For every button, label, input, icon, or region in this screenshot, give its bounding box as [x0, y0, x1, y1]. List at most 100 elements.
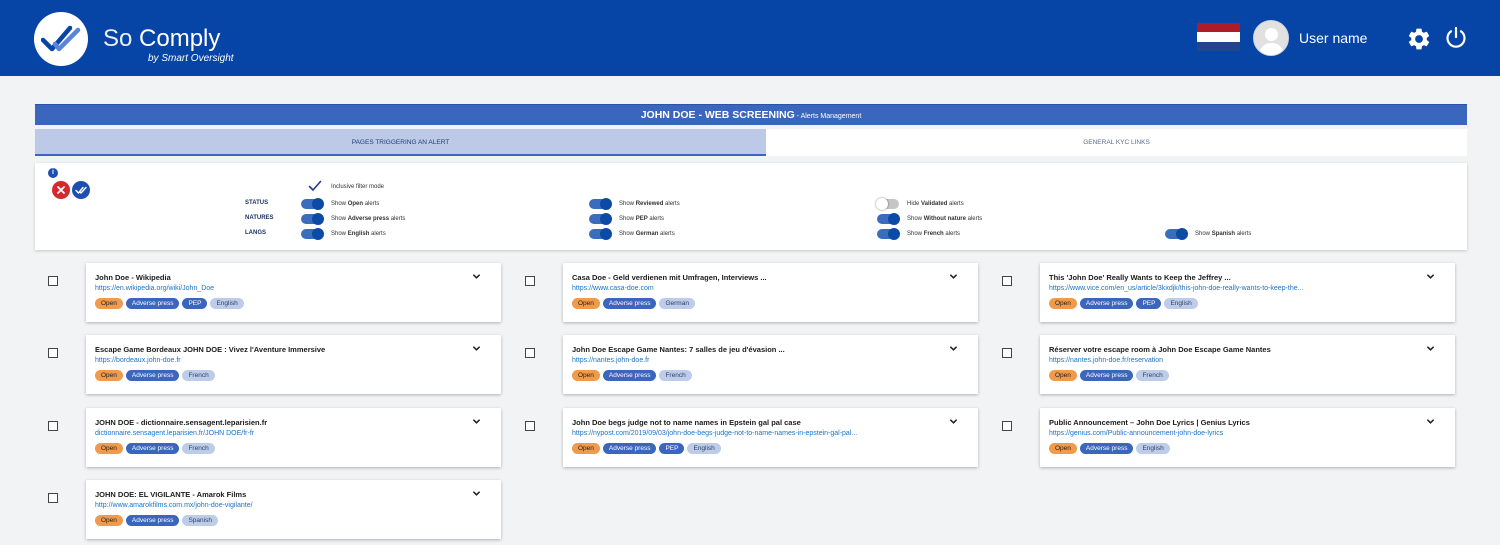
status-badge: PEP — [1136, 298, 1162, 309]
filter-label: Hide Validated alerts — [907, 201, 964, 207]
alert-card-title: This 'John Doe' Really Wants to Keep the… — [1049, 273, 1231, 282]
tab-bar: PAGES TRIGGERING AN ALERT GENERAL KYC LI… — [35, 129, 1467, 156]
alert-card[interactable]: This 'John Doe' Really Wants to Keep the… — [1040, 263, 1455, 322]
alert-card-url[interactable]: https://www.vice.com/en_us/article/3kxdj… — [1049, 285, 1303, 292]
alert-card[interactable]: John Doe Escape Game Nantes: 7 salles de… — [563, 335, 978, 394]
chevron-down-icon[interactable] — [949, 272, 958, 281]
card-checkbox[interactable] — [1002, 276, 1012, 286]
filter-toggle-french[interactable] — [877, 228, 900, 240]
chevron-down-icon[interactable] — [949, 417, 958, 426]
page-title-sub: - Alerts Management — [794, 113, 862, 120]
alert-card-url[interactable]: https://bordeaux.john-doe.fr — [95, 357, 181, 364]
status-badge: PEP — [182, 298, 208, 309]
alert-card-url[interactable]: dictionnaire.sensagent.leparisien.fr/JOH… — [95, 430, 254, 437]
chevron-down-icon[interactable] — [472, 344, 481, 353]
alert-card[interactable]: John Doe begs judge not to name names in… — [563, 408, 978, 467]
status-badge: English — [1136, 443, 1170, 454]
app-header: So Comply by Smart Oversight User name — [0, 0, 1500, 76]
filter-toggle-adverse-press[interactable] — [301, 213, 324, 225]
alert-card-url[interactable]: https://nantes.john-doe.fr/reservation — [1049, 357, 1163, 364]
avatar[interactable] — [1253, 20, 1289, 56]
brand-main: Comply — [139, 25, 221, 52]
filter-label: Show PEP alerts — [619, 216, 665, 222]
alert-card[interactable]: Réserver votre escape room à John Doe Es… — [1040, 335, 1455, 394]
filter-toggle-without-nature[interactable] — [877, 213, 900, 225]
info-icon[interactable]: i — [48, 168, 58, 178]
power-icon[interactable] — [1444, 26, 1468, 50]
alert-card-badges: Open Adverse press French — [1049, 370, 1169, 381]
flag-stripe-top — [1197, 23, 1240, 33]
status-badge: Adverse press — [125, 443, 180, 454]
card-checkbox[interactable] — [48, 493, 58, 503]
alert-card[interactable]: JOHN DOE: EL VIGILANTE - Amarok Films htt… — [86, 480, 501, 539]
filter-label: Show Without nature alerts — [907, 216, 983, 222]
status-badge: Open — [1049, 443, 1077, 454]
status-badge: Open — [572, 370, 600, 381]
filter-toggle-german[interactable] — [589, 228, 612, 240]
alert-card[interactable]: Public Announcement – John Doe Lyrics | … — [1040, 408, 1455, 467]
alert-card-url[interactable]: http://www.amarokfilms.com.mx/john-doe-v… — [95, 502, 253, 509]
page-title: JOHN DOE - WEB SCREENING - Alerts Manage… — [35, 104, 1467, 125]
inclusive-mode-check-icon[interactable] — [308, 180, 322, 192]
logo[interactable] — [34, 12, 88, 66]
natures-row-label: NATURES — [245, 215, 274, 221]
language-flag-icon[interactable] — [1197, 23, 1240, 51]
filter-label: Show Open alerts — [331, 201, 380, 207]
card-checkbox[interactable] — [48, 348, 58, 358]
alert-card[interactable]: JOHN DOE - dictionnaire.sensagent.lepari… — [86, 408, 501, 467]
alert-card-title: Casa Doe - Geld verdienen mit Umfragen, … — [572, 273, 767, 282]
alert-card-url[interactable]: https://nantes.john-doe.fr — [572, 357, 649, 364]
alert-card[interactable]: Casa Doe - Geld verdienen mit Umfragen, … — [563, 263, 978, 322]
card-checkbox[interactable] — [525, 421, 535, 431]
card-checkbox[interactable] — [525, 348, 535, 358]
card-checkbox[interactable] — [48, 421, 58, 431]
alert-card-url[interactable]: https://www.casa-doe.com — [572, 285, 654, 292]
status-badge: Open — [95, 515, 123, 526]
alert-card-title: Escape Game Bordeaux JOHN DOE : Vivez l'… — [95, 345, 326, 354]
page-title-main: JOHN DOE - WEB SCREENING — [640, 109, 795, 121]
status-badge: PEP — [659, 443, 685, 454]
card-checkbox[interactable] — [525, 276, 535, 286]
alert-card-url[interactable]: https://nypost.com/2019/09/03/john-doe-b… — [572, 430, 857, 437]
status-badge: Adverse press — [602, 298, 657, 309]
status-badge: French — [182, 370, 215, 381]
status-badge: Adverse press — [602, 370, 657, 381]
chevron-down-icon[interactable] — [1426, 272, 1435, 281]
status-badge: Open — [95, 370, 123, 381]
status-badge: Open — [1049, 298, 1077, 309]
filter-toggle-validated[interactable] — [876, 198, 899, 210]
alert-card-url[interactable]: https://genius.com/Public-announcement-j… — [1049, 430, 1223, 437]
filter-label: Show French alerts — [907, 231, 961, 237]
filter-toggle-open[interactable] — [301, 198, 324, 210]
clear-filters-button[interactable] — [52, 181, 70, 199]
user-name[interactable]: User name — [1299, 30, 1367, 46]
alert-card-url[interactable]: https://en.wikipedia.org/wiki/John_Doe — [95, 285, 214, 292]
chevron-down-icon[interactable] — [472, 272, 481, 281]
gear-icon[interactable] — [1406, 26, 1432, 52]
card-checkbox[interactable] — [48, 276, 58, 286]
double-check-logo-icon — [41, 25, 81, 52]
alert-card[interactable]: John Doe - Wikipedia https://en.wikipedia… — [86, 263, 501, 322]
card-checkbox[interactable] — [1002, 421, 1012, 431]
alert-card-badges: Open Adverse press English — [1049, 443, 1170, 454]
chevron-down-icon[interactable] — [949, 344, 958, 353]
filter-toggle-pep[interactable] — [589, 213, 612, 225]
filter-toggle-reviewed[interactable] — [589, 198, 612, 210]
filter-toggle-spanish[interactable] — [1165, 228, 1188, 240]
validate-all-button[interactable] — [72, 181, 90, 199]
brand-tagline: by Smart Oversight — [148, 53, 234, 64]
status-badge: German — [659, 298, 695, 309]
langs-row-label: LANGS — [245, 230, 266, 236]
filter-toggle-english[interactable] — [301, 228, 324, 240]
tab-general-kyc-links[interactable]: GENERAL KYC LINKS — [766, 129, 1467, 156]
close-icon — [57, 186, 65, 194]
brand-prefix: So — [103, 25, 133, 52]
chevron-down-icon[interactable] — [1426, 344, 1435, 353]
chevron-down-icon[interactable] — [1426, 417, 1435, 426]
tab-pages-triggering-alert[interactable]: PAGES TRIGGERING AN ALERT — [35, 129, 766, 156]
chevron-down-icon[interactable] — [472, 489, 481, 498]
chevron-down-icon[interactable] — [472, 417, 481, 426]
alert-card[interactable]: Escape Game Bordeaux JOHN DOE : Vivez l'… — [86, 335, 501, 394]
filter-label: Show German alerts — [619, 231, 675, 237]
card-checkbox[interactable] — [1002, 348, 1012, 358]
